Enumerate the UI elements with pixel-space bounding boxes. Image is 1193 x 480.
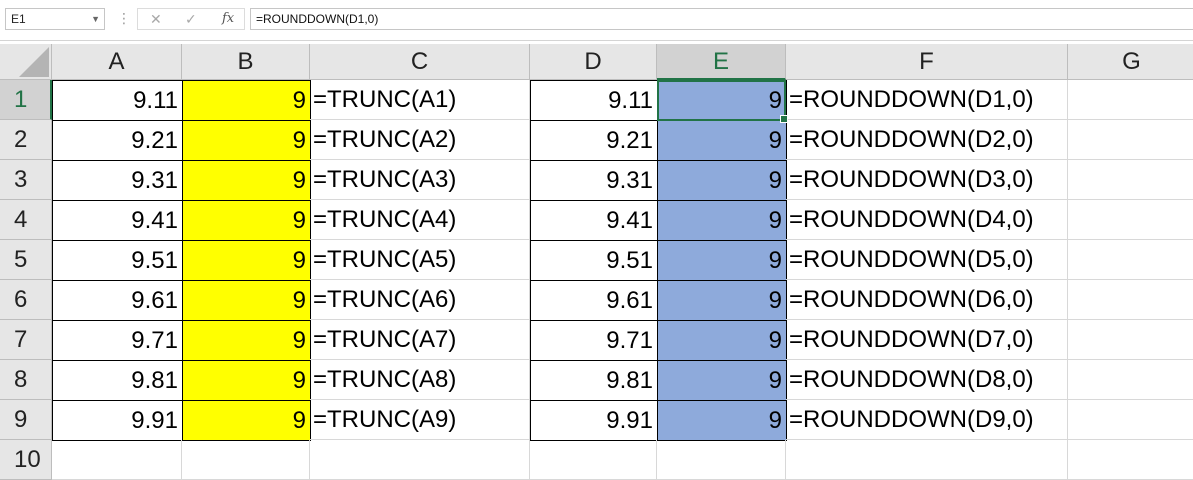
cell-b5[interactable]: 9 <box>182 240 311 281</box>
cell-d8[interactable]: 9.81 <box>530 360 658 401</box>
row-header-8[interactable]: 8 <box>0 360 52 400</box>
cell-e3[interactable]: 9 <box>657 160 787 201</box>
cell-c5[interactable]: =TRUNC(A5) <box>310 240 530 280</box>
cell-e4[interactable]: 9 <box>657 200 787 241</box>
cancel-icon[interactable]: ✕ <box>150 10 162 28</box>
cell-d10[interactable] <box>530 440 657 480</box>
cell-f1[interactable]: =ROUNDDOWN(D1,0) <box>786 80 1068 120</box>
cell-c9[interactable]: =TRUNC(A9) <box>310 400 530 440</box>
cell-g2[interactable] <box>1068 120 1193 160</box>
cell-a8[interactable]: 9.81 <box>52 360 183 401</box>
cell-e5[interactable]: 9 <box>657 240 787 281</box>
cell-f5[interactable]: =ROUNDDOWN(D5,0) <box>786 240 1068 280</box>
cell-b3[interactable]: 9 <box>182 160 311 201</box>
cell-e2[interactable]: 9 <box>657 120 787 161</box>
cell-f8[interactable]: =ROUNDDOWN(D8,0) <box>786 360 1068 400</box>
cell-g8[interactable] <box>1068 360 1193 400</box>
cell-f4[interactable]: =ROUNDDOWN(D4,0) <box>786 200 1068 240</box>
cell-c2[interactable]: =TRUNC(A2) <box>310 120 530 160</box>
select-all-icon <box>19 47 49 77</box>
cell-d9[interactable]: 9.91 <box>530 400 658 441</box>
row-header-3[interactable]: 3 <box>0 160 52 200</box>
cell-b7[interactable]: 9 <box>182 320 311 361</box>
cell-c4[interactable]: =TRUNC(A4) <box>310 200 530 240</box>
cell-a7[interactable]: 9.71 <box>52 320 183 361</box>
cell-c7[interactable]: =TRUNC(A7) <box>310 320 530 360</box>
cell-g5[interactable] <box>1068 240 1193 280</box>
cell-f10[interactable] <box>786 440 1068 480</box>
column-header-a[interactable]: A <box>52 44 182 80</box>
cell-f6[interactable]: =ROUNDDOWN(D6,0) <box>786 280 1068 320</box>
row-header-10[interactable]: 10 <box>0 440 52 480</box>
name-box-value: E1 <box>11 12 26 26</box>
row-header-9[interactable]: 9 <box>0 400 52 440</box>
cell-f9[interactable]: =ROUNDDOWN(D9,0) <box>786 400 1068 440</box>
cell-e7[interactable]: 9 <box>657 320 787 361</box>
cell-g7[interactable] <box>1068 320 1193 360</box>
row-header-4[interactable]: 4 <box>0 200 52 240</box>
row-header-1[interactable]: 1 <box>0 80 52 120</box>
cell-d4[interactable]: 9.41 <box>530 200 658 241</box>
cell-d3[interactable]: 9.31 <box>530 160 658 201</box>
name-box[interactable]: E1 ▼ <box>5 8 105 30</box>
cell-a10[interactable] <box>52 440 182 480</box>
cell-b10[interactable] <box>182 440 310 480</box>
select-all-button[interactable] <box>0 44 52 80</box>
formula-bar: E1 ▼ ⋮ ✕ ✓ fx =ROUNDDOWN(D1,0) <box>0 0 1193 41</box>
cell-d5[interactable]: 9.51 <box>530 240 658 281</box>
enter-icon[interactable]: ✓ <box>185 10 197 28</box>
chevron-down-icon[interactable]: ▼ <box>91 9 100 29</box>
cell-f3[interactable]: =ROUNDDOWN(D3,0) <box>786 160 1068 200</box>
cell-c1[interactable]: =TRUNC(A1) <box>310 80 530 120</box>
column-header-d[interactable]: D <box>530 44 657 80</box>
row-header-2[interactable]: 2 <box>0 120 52 160</box>
cell-g3[interactable] <box>1068 160 1193 200</box>
cell-g10[interactable] <box>1068 440 1193 480</box>
cell-a1[interactable]: 9.11 <box>52 80 183 121</box>
cell-f7[interactable]: =ROUNDDOWN(D7,0) <box>786 320 1068 360</box>
more-options-icon[interactable]: ⋮ <box>117 10 131 26</box>
cell-b8[interactable]: 9 <box>182 360 311 401</box>
cell-b2[interactable]: 9 <box>182 120 311 161</box>
cell-a5[interactable]: 9.51 <box>52 240 183 281</box>
row-header-5[interactable]: 5 <box>0 240 52 280</box>
cell-c3[interactable]: =TRUNC(A3) <box>310 160 530 200</box>
cell-b6[interactable]: 9 <box>182 280 311 321</box>
cell-e6[interactable]: 9 <box>657 280 787 321</box>
cell-d2[interactable]: 9.21 <box>530 120 658 161</box>
cell-a3[interactable]: 9.31 <box>52 160 183 201</box>
cell-e10[interactable] <box>657 440 786 480</box>
cell-d6[interactable]: 9.61 <box>530 280 658 321</box>
cell-b1[interactable]: 9 <box>182 80 311 121</box>
cell-c8[interactable]: =TRUNC(A8) <box>310 360 530 400</box>
fx-icon[interactable]: fx <box>222 10 234 28</box>
column-header-b[interactable]: B <box>182 44 310 80</box>
cell-f2[interactable]: =ROUNDDOWN(D2,0) <box>786 120 1068 160</box>
cell-e1[interactable]: 9 <box>657 80 787 121</box>
column-header-g[interactable]: G <box>1068 44 1193 80</box>
cell-e9[interactable]: 9 <box>657 400 787 441</box>
column-header-f[interactable]: F <box>786 44 1068 80</box>
formula-icons: ✕ ✓ fx <box>137 8 245 30</box>
cell-e8[interactable]: 9 <box>657 360 787 401</box>
formula-input[interactable]: =ROUNDDOWN(D1,0) <box>250 8 1193 30</box>
cell-a6[interactable]: 9.61 <box>52 280 183 321</box>
row-header-6[interactable]: 6 <box>0 280 52 320</box>
cell-a4[interactable]: 9.41 <box>52 200 183 241</box>
cell-a9[interactable]: 9.91 <box>52 400 183 441</box>
row-header-7[interactable]: 7 <box>0 320 52 360</box>
cell-a2[interactable]: 9.21 <box>52 120 183 161</box>
cell-c10[interactable] <box>310 440 530 480</box>
column-header-e[interactable]: E <box>657 44 786 80</box>
cell-g6[interactable] <box>1068 280 1193 320</box>
column-header-c[interactable]: C <box>310 44 530 80</box>
cell-g1[interactable] <box>1068 80 1193 120</box>
cell-c6[interactable]: =TRUNC(A6) <box>310 280 530 320</box>
cell-g9[interactable] <box>1068 400 1193 440</box>
cell-d1[interactable]: 9.11 <box>530 80 658 121</box>
cell-b9[interactable]: 9 <box>182 400 311 441</box>
cell-d7[interactable]: 9.71 <box>530 320 658 361</box>
cell-b4[interactable]: 9 <box>182 200 311 241</box>
cell-g4[interactable] <box>1068 200 1193 240</box>
